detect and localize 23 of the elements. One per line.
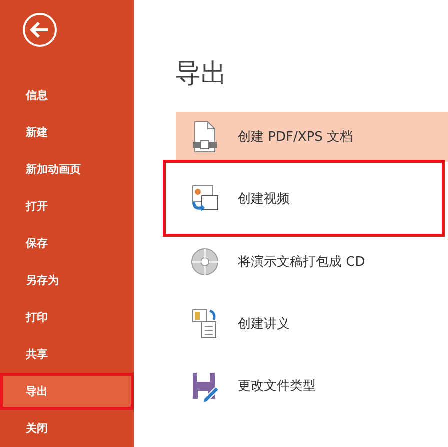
option-label: 创建 PDF/XPS 文档 [238, 129, 353, 146]
export-option[interactable]: 创建 PDF/XPS 文档 [176, 112, 448, 162]
export-option[interactable]: 创建讲义 [163, 299, 445, 349]
sidebar-item[interactable]: 另存为 [0, 262, 134, 299]
export-option[interactable]: 创建视频 [163, 160, 445, 237]
option-label: 创建讲义 [238, 316, 290, 333]
sidebar-item[interactable]: 导出 [0, 373, 134, 410]
option-label: 将演示文稿打包成 CD [238, 254, 366, 271]
sidebar-item[interactable]: 打印 [0, 299, 134, 336]
page-title: 导出 [175, 58, 228, 91]
sidebar-item[interactable]: 信息 [0, 77, 134, 114]
back-icon[interactable] [22, 12, 58, 48]
export-option[interactable]: 将演示文稿打包成 CD [163, 237, 445, 287]
sidebar-item[interactable]: 关闭 [0, 410, 134, 447]
sidebar-item[interactable]: 打开 [0, 188, 134, 225]
option-label: 更改文件类型 [238, 378, 316, 395]
sidebar-item[interactable]: 保存 [0, 225, 134, 262]
document-icon [190, 120, 220, 154]
sidebar-item[interactable]: 新建 [0, 114, 134, 151]
option-label: 创建视频 [238, 190, 290, 208]
sidebar-item[interactable]: 共享 [0, 336, 134, 373]
export-option[interactable]: 更改文件类型 [163, 361, 445, 411]
sidebar-item[interactable]: 新加动画页 [0, 151, 134, 188]
